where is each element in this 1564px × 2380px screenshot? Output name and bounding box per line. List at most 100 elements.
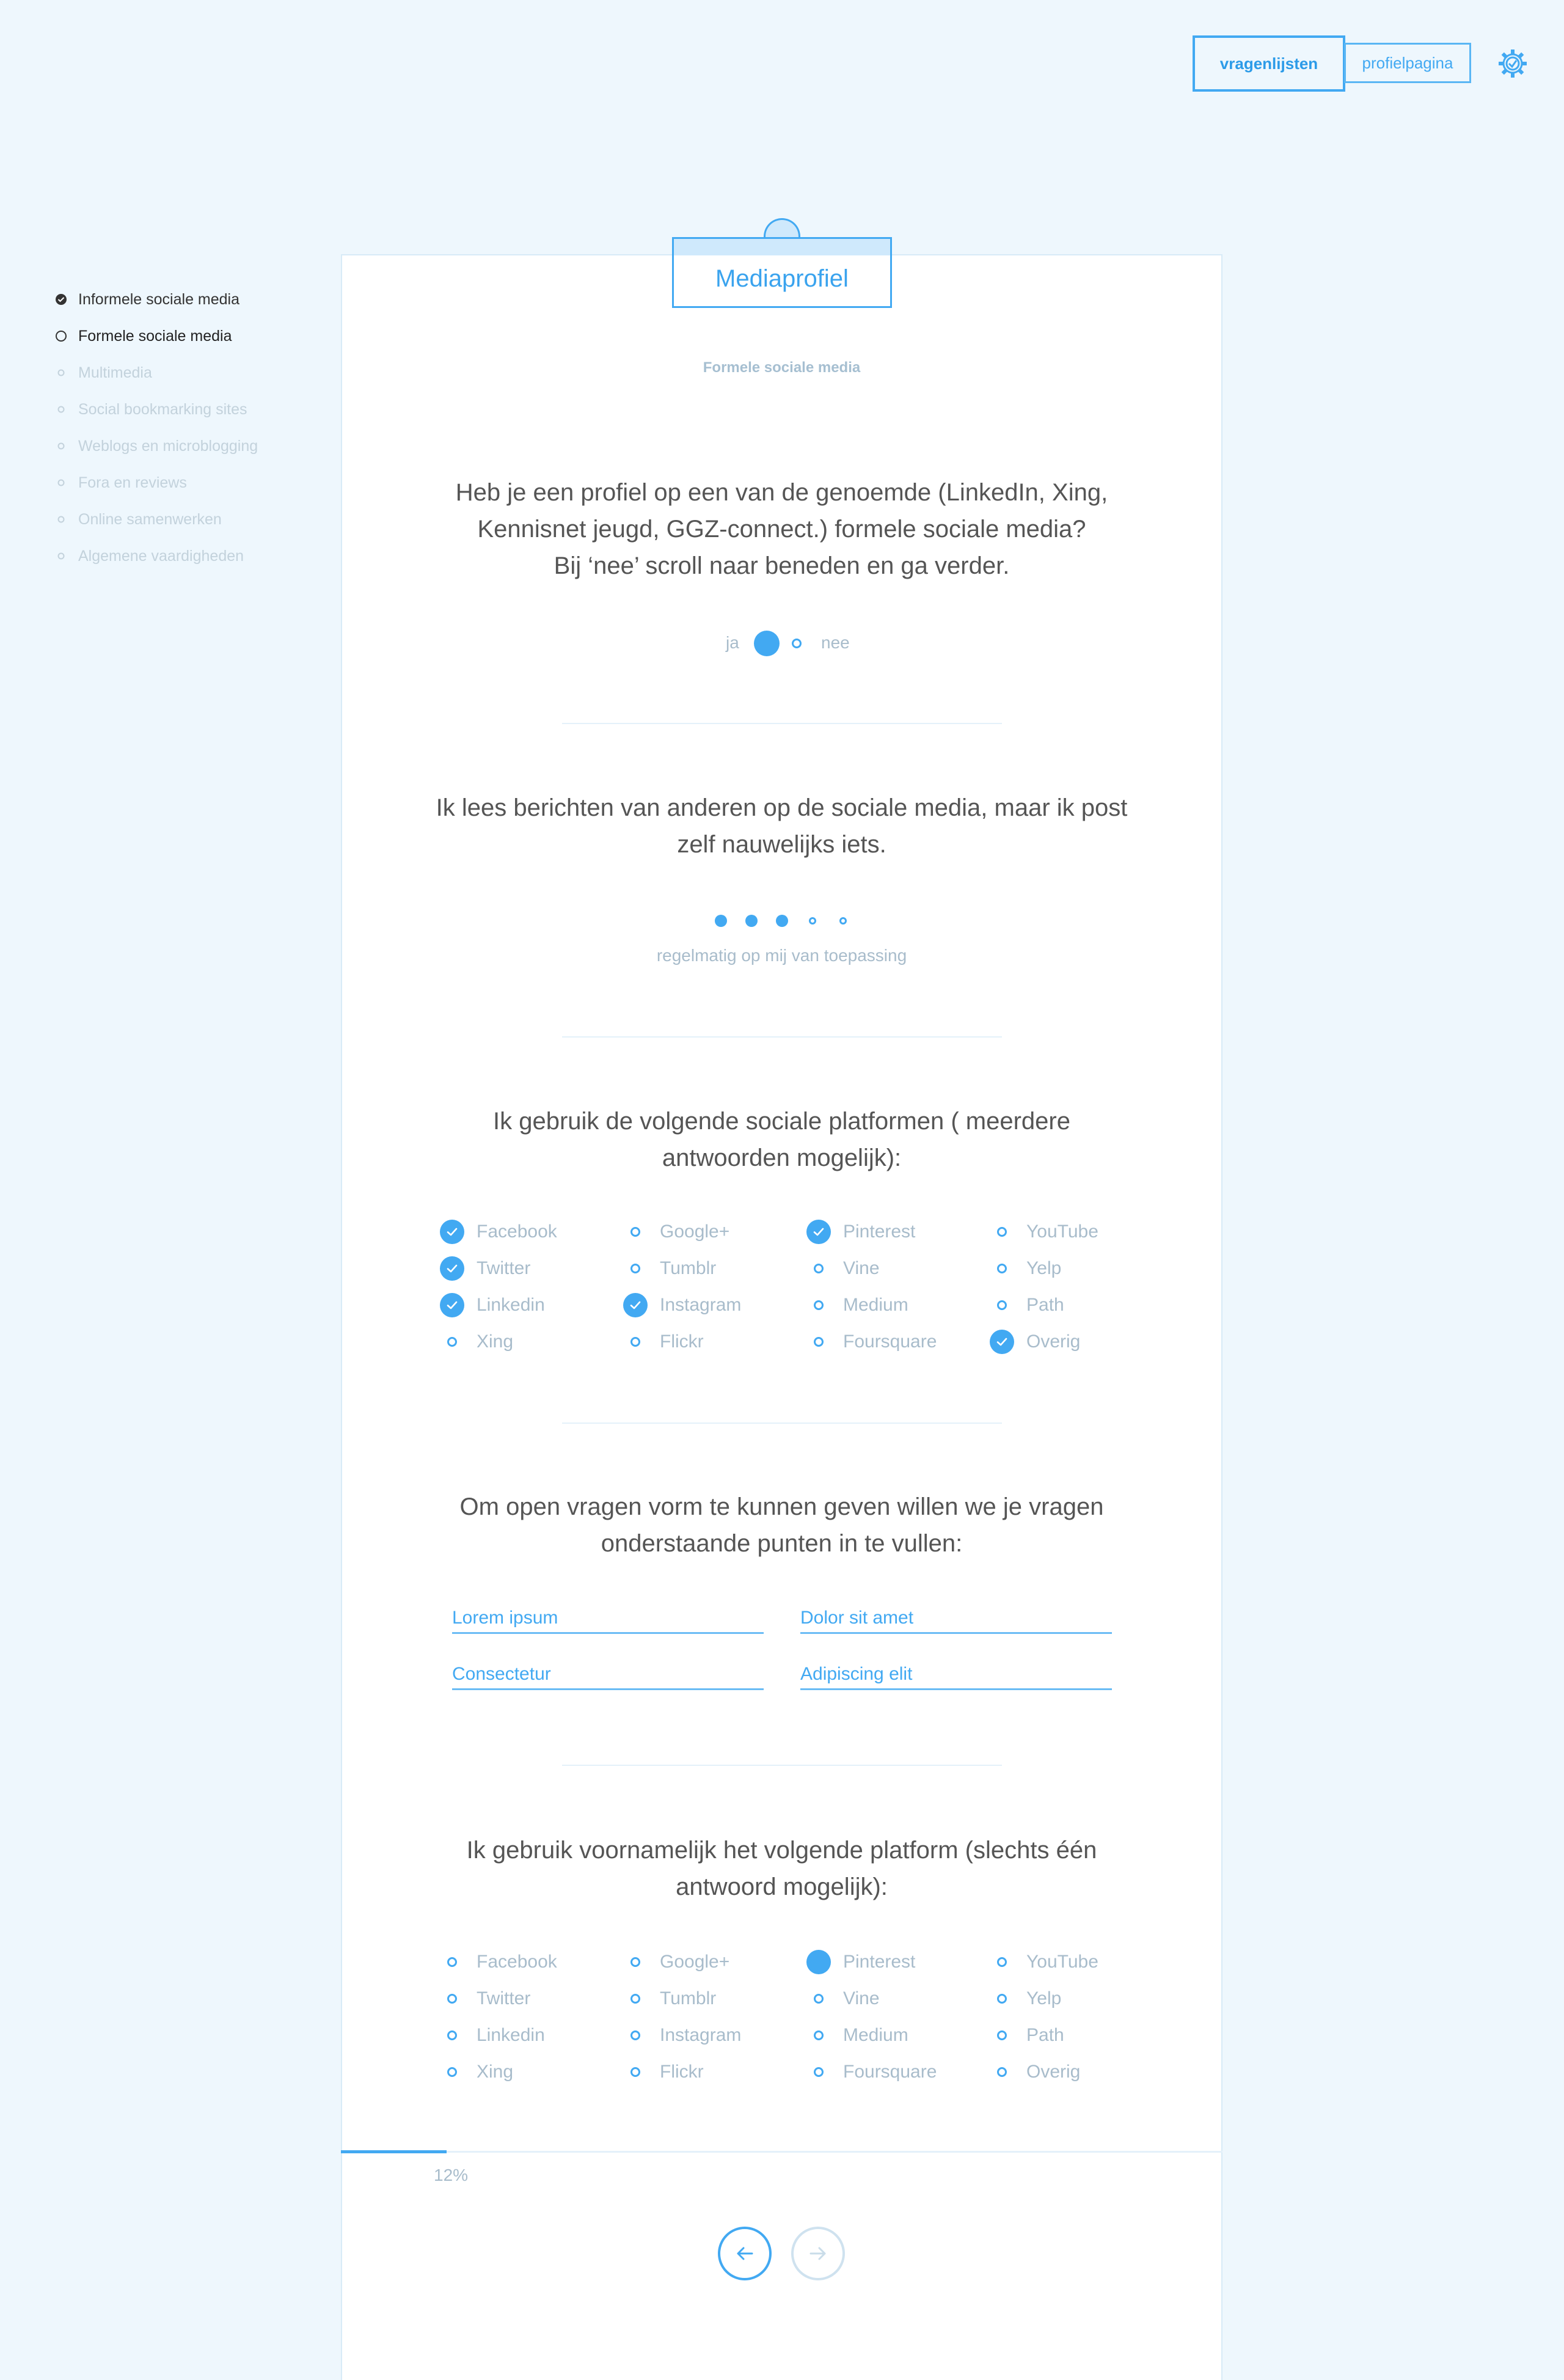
platform-label: Flickr [660, 1331, 704, 1352]
platform-radio[interactable]: Overig [990, 2059, 1080, 2085]
platform-checkbox[interactable]: Google+ [623, 1219, 729, 1245]
platform-label: Flickr [660, 2062, 704, 2082]
platform-radio[interactable]: Tumblr [623, 1986, 716, 2012]
checkmark-icon [623, 1293, 648, 1317]
platform-checkbox[interactable]: Medium [806, 1292, 908, 1318]
platform-label: Xing [477, 2062, 514, 2082]
checkmark-icon [806, 1220, 831, 1244]
scale-dot[interactable] [776, 915, 788, 927]
question-1-line-3: Bij ‘nee’ scroll naar beneden en ga verd… [554, 552, 1010, 579]
text-field-1[interactable]: Lorem ipsum [452, 1608, 764, 1634]
radio-empty-icon [623, 2023, 648, 2048]
platform-label: Vine [843, 1258, 880, 1278]
platform-radio[interactable]: Foursquare [806, 2059, 937, 2085]
gear-icon[interactable] [1497, 48, 1529, 79]
platform-radio[interactable]: Facebook [440, 1949, 557, 1975]
text-field-3[interactable]: Consectetur [452, 1664, 764, 1690]
sidebar-item-label: Multimedia [78, 364, 152, 381]
platform-checkbox[interactable]: Yelp [990, 1256, 1061, 1281]
previous-button[interactable] [718, 2227, 772, 2280]
card-title: Mediaprofiel [715, 265, 849, 292]
next-button[interactable] [791, 2227, 845, 2280]
platform-radio[interactable]: Medium [806, 2023, 908, 2048]
text-field-4[interactable]: Adipiscing elit [800, 1664, 1112, 1690]
nav-profielpagina-button[interactable]: profielpagina [1344, 43, 1471, 83]
platform-radio[interactable]: Twitter [440, 1986, 530, 2012]
question-1-line-2: Kennisnet jeugd, GGZ-connect.) formele s… [477, 516, 1086, 543]
platform-checkbox[interactable]: YouTube [990, 1219, 1098, 1245]
text-field-2[interactable]: Dolor sit amet [800, 1608, 1112, 1634]
platform-checkbox[interactable]: Overig [990, 1329, 1080, 1355]
checkmark-icon [990, 1330, 1014, 1354]
question-2: Ik lees berichten van anderen op de soci… [402, 789, 1161, 863]
platform-checkbox[interactable]: Foursquare [806, 1329, 937, 1355]
radio-empty-icon [990, 2060, 1014, 2084]
nav-vragenlijsten-button[interactable]: vragenlijsten [1193, 35, 1345, 92]
question-3-line-2: antwoorden mogelijk): [662, 1144, 902, 1171]
scale-dot[interactable] [839, 917, 847, 925]
question-1-line-1: Heb je een profiel op een van de genoemd… [455, 479, 1108, 506]
small-ring-icon [55, 477, 67, 489]
scale-dot[interactable] [715, 915, 727, 927]
platform-radio[interactable]: Xing [440, 2059, 513, 2085]
answer-yes-label: ja [726, 633, 739, 652]
platform-checkbox[interactable]: Xing [440, 1329, 513, 1355]
sidebar-item[interactable]: Social bookmarking sites [55, 397, 247, 422]
platform-checkbox[interactable]: Flickr [623, 1329, 704, 1355]
platform-checkbox[interactable]: Tumblr [623, 1256, 716, 1281]
answer-yes-radio[interactable] [754, 631, 780, 656]
platform-label: YouTube [1026, 1221, 1098, 1242]
platform-checkbox[interactable]: Linkedin [440, 1292, 545, 1318]
platform-label: Yelp [1026, 1988, 1062, 2008]
question-5: Ik gebruik voornamelijk het volgende pla… [402, 1832, 1161, 1905]
arrow-left-icon [737, 2247, 753, 2260]
platform-radio[interactable]: Flickr [623, 2059, 704, 2085]
checkmark-icon [440, 1293, 464, 1317]
sidebar-item[interactable]: Multimedia [55, 361, 152, 385]
scale-dot[interactable] [745, 915, 758, 927]
sidebar-item[interactable]: Weblogs en microblogging [55, 434, 258, 458]
sidebar-item[interactable]: Online samenwerken [55, 507, 222, 532]
ring-icon [55, 330, 67, 342]
scale-label: regelmatig op mij van toepassing [656, 946, 907, 965]
small-ring-icon [55, 403, 67, 416]
platform-radio[interactable]: Pinterest [806, 1949, 915, 1975]
platform-radio[interactable]: Instagram [623, 2023, 741, 2048]
platform-label: Facebook [477, 1952, 557, 1972]
answer-no-label: nee [821, 633, 850, 652]
divider [562, 1423, 1002, 1424]
radio-selected-icon [806, 1950, 831, 1974]
platform-radio[interactable]: Vine [806, 1986, 880, 2012]
platform-checkbox[interactable]: Pinterest [806, 1219, 915, 1245]
platform-label: Overig [1026, 2062, 1081, 2082]
radio-empty-icon [806, 1986, 831, 2011]
radio-empty-icon [990, 2023, 1014, 2048]
platform-radio[interactable]: Linkedin [440, 2023, 545, 2048]
platform-checkbox[interactable]: Path [990, 1292, 1064, 1318]
platform-checkbox[interactable]: Facebook [440, 1219, 557, 1245]
scale-dot[interactable] [809, 917, 816, 925]
radio-empty-icon [990, 1256, 1014, 1281]
platform-checkbox[interactable]: Instagram [623, 1292, 741, 1318]
question-5-line-1: Ik gebruik voornamelijk het volgende pla… [466, 1837, 1097, 1864]
sidebar-item[interactable]: Algemene vaardigheden [55, 544, 244, 568]
sidebar-item[interactable]: Informele sociale media [55, 287, 239, 312]
question-4-line-1: Om open vragen vorm te kunnen geven will… [459, 1493, 1104, 1520]
platform-label: Path [1026, 2025, 1064, 2045]
answer-no-radio[interactable] [792, 639, 802, 648]
platform-radio[interactable]: Path [990, 2023, 1064, 2048]
sidebar-item-label: Social bookmarking sites [78, 400, 247, 418]
platform-radio[interactable]: YouTube [990, 1949, 1098, 1975]
platform-checkbox[interactable]: Vine [806, 1256, 880, 1281]
platform-radio[interactable]: Google+ [623, 1949, 729, 1975]
platform-radio[interactable]: Yelp [990, 1986, 1061, 2012]
platform-checkbox[interactable]: Twitter [440, 1256, 530, 1281]
radio-empty-icon [990, 1950, 1014, 1974]
radio-empty-icon [806, 1330, 831, 1354]
platform-label: Google+ [660, 1221, 730, 1242]
radio-empty-icon [990, 1986, 1014, 2011]
platform-label: Google+ [660, 1952, 730, 1972]
sidebar-item[interactable]: Fora en reviews [55, 471, 187, 495]
radio-empty-icon [806, 1293, 831, 1317]
sidebar-item[interactable]: Formele sociale media [55, 324, 232, 348]
